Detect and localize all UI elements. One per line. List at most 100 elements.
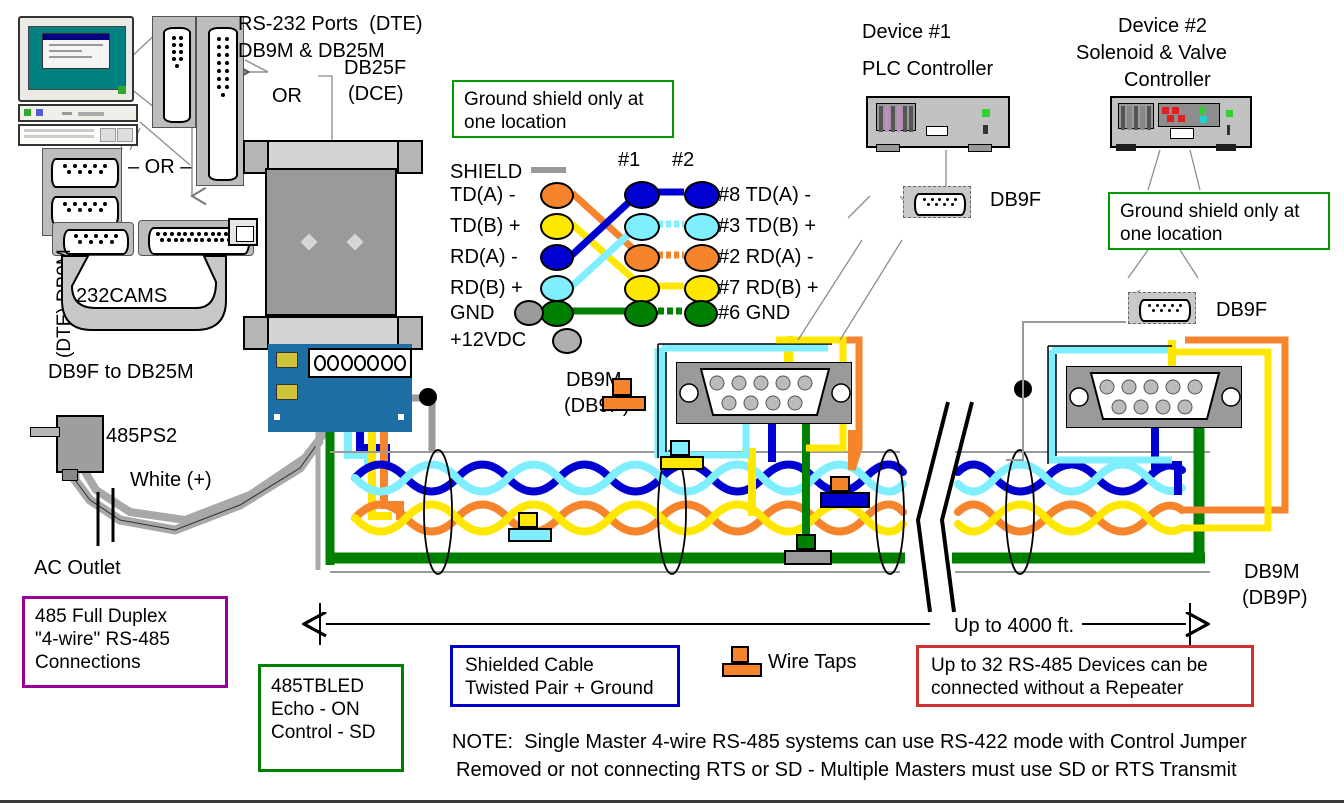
wire-taps-legend-label: Wire Taps	[768, 651, 857, 673]
solenoid-indicator-panel	[1158, 103, 1220, 127]
cable-shield-outline	[330, 451, 1210, 573]
cable-break-lines	[915, 401, 974, 613]
plc-vent	[876, 103, 916, 132]
pc-hdd-led	[36, 109, 43, 116]
converter-screw-right	[346, 233, 364, 251]
dce-label: (DCE)	[348, 83, 404, 105]
distance-label: Up to 4000 ft.	[946, 614, 1083, 639]
pcb-pad-right	[398, 414, 404, 420]
db25f-label: DB25F	[344, 57, 407, 79]
twisted-pair-orange-yellow	[351, 500, 1186, 536]
legend-header-2: #2	[672, 149, 695, 171]
wire-tap-4	[820, 476, 870, 508]
callout-gsr-line2: one location	[1120, 224, 1223, 246]
plc-led-dark	[983, 125, 988, 134]
db9p-label-right: (DB9P)	[1242, 587, 1308, 609]
pcb-pad-left	[274, 414, 280, 420]
db9m-connector-right	[1066, 366, 1242, 428]
legend-dot-2-tdb	[684, 213, 720, 241]
plc-foot-right	[968, 144, 992, 152]
wire-tap-2	[660, 440, 704, 470]
or-label-mid: – OR –	[128, 156, 192, 178]
converter-body	[265, 168, 397, 316]
screwlock-right-top	[397, 140, 423, 174]
callout-485tbled: 485TBLED Echo - ON Control - SD	[258, 664, 404, 772]
legend-dot-rdb-left	[540, 275, 574, 302]
legend-label-shield: SHIELD	[450, 161, 523, 183]
legend-dot-1-gnd	[624, 300, 658, 327]
db9f-icon-center	[903, 186, 971, 218]
jumper-block-2[interactable]	[276, 384, 298, 400]
callout-gsr-line1: Ground shield only at	[1120, 201, 1300, 222]
shield-junction-dot-right	[1014, 380, 1032, 398]
converter-db9-icon	[228, 218, 258, 246]
wire-tap-3	[508, 512, 552, 542]
wiring-diagram-canvas: (DTE) DB9M RS-232 Ports (DTE) DB9M & DB2…	[0, 0, 1344, 803]
terminal-block	[308, 348, 412, 378]
device1-title-line1: Device #1	[862, 21, 951, 43]
db9f-label-center: DB9F	[990, 189, 1042, 211]
wire-tap-1	[602, 378, 646, 411]
device2-title-line2: Solenoid & Valve	[1076, 42, 1227, 64]
db25m-vertical-strip	[196, 16, 244, 186]
dte-db9m-vertical-label: (DTE) DB9M	[53, 249, 75, 358]
rs232-ports-label: RS-232 Ports (DTE)	[238, 13, 423, 35]
wire-taps-legend-icon	[722, 646, 762, 677]
screwlock-left-bottom	[243, 316, 269, 350]
power-brick	[56, 415, 104, 473]
solenoid-led-dark	[1227, 125, 1230, 135]
db9m-connector-center	[676, 362, 852, 424]
callout-shielded-cable: Shielded Cable Twisted Pair + Ground	[450, 645, 680, 707]
solenoid-foot-right	[1216, 144, 1236, 151]
white-positive-label: White (+)	[130, 469, 212, 491]
solenoid-foot-left	[1116, 144, 1136, 151]
callout-tbled-line1: 485TBLED	[271, 676, 364, 697]
legend-dot-2-gnd	[684, 300, 718, 327]
cable-word-label: Cable	[104, 309, 157, 331]
converter-screw-left	[300, 233, 318, 251]
legend-dot-1-tdb	[624, 213, 660, 241]
legend-label-tda: TD(A) -	[450, 184, 516, 206]
legend-dot-12vdc	[552, 328, 582, 354]
legend-dot-rda-left	[540, 244, 574, 271]
jumper-block-1[interactable]	[276, 352, 298, 368]
legend-label-tdb: TD(B) +	[450, 215, 521, 237]
legend-label-12vdc: +12VDC	[450, 329, 527, 351]
legend-dot-gnd-left	[540, 300, 574, 327]
note-line1: NOTE: Single Master 4-wire RS-485 system…	[452, 731, 1247, 753]
db9m-vertical-strip	[152, 16, 196, 128]
cable-model-label: 232CAMS	[76, 285, 168, 307]
legend-right-rdb: #7 RD(B) +	[718, 277, 819, 299]
screen-window	[42, 33, 110, 69]
legend-label-gnd: GND	[450, 302, 495, 324]
ac-outlet-label: AC Outlet	[34, 557, 121, 579]
plc-display	[926, 126, 948, 136]
power-prong	[30, 427, 60, 437]
callout-ground-shield-left: Ground shield only at one location	[452, 80, 674, 138]
callout-dl-line1: Up to 32 RS-485 Devices can be	[931, 655, 1208, 676]
pc-power-led	[24, 109, 31, 116]
legend-right-tda: #8 TD(A) -	[718, 184, 811, 206]
callout-gsl-line2: one location	[464, 112, 567, 134]
legend-label-rda: RD(A) -	[450, 246, 518, 268]
ac-outlet-marks	[96, 488, 115, 546]
legend-label-rdb: RD(B) +	[450, 277, 523, 299]
callout-ground-shield-right: Ground shield only at one location	[1108, 192, 1330, 250]
solenoid-display	[1170, 128, 1194, 139]
legend-dot-2-rda	[684, 244, 720, 272]
plc-led-green	[982, 109, 990, 117]
shield-junction-dot	[419, 388, 437, 406]
legend-dot-1-rda	[624, 244, 660, 272]
callout-sc-line2: Twisted Pair + Ground	[465, 678, 654, 700]
or-label-top: OR	[272, 85, 302, 107]
solenoid-vent	[1118, 103, 1154, 130]
legend-dot-2-tda	[684, 181, 720, 209]
db9f-label-right: DB9F	[1216, 299, 1268, 321]
solenoid-led-green	[1226, 110, 1233, 117]
device2-title-line1: Device #2	[1118, 15, 1207, 37]
legend-dot-gnd-shield	[514, 300, 544, 326]
callout-fd-line2: "4-wire" RS-485	[35, 629, 170, 651]
legend-right-gnd: #6 GND	[718, 302, 791, 324]
monitor-led	[118, 86, 126, 94]
callout-dl-line2: connected without a Repeater	[931, 678, 1184, 700]
